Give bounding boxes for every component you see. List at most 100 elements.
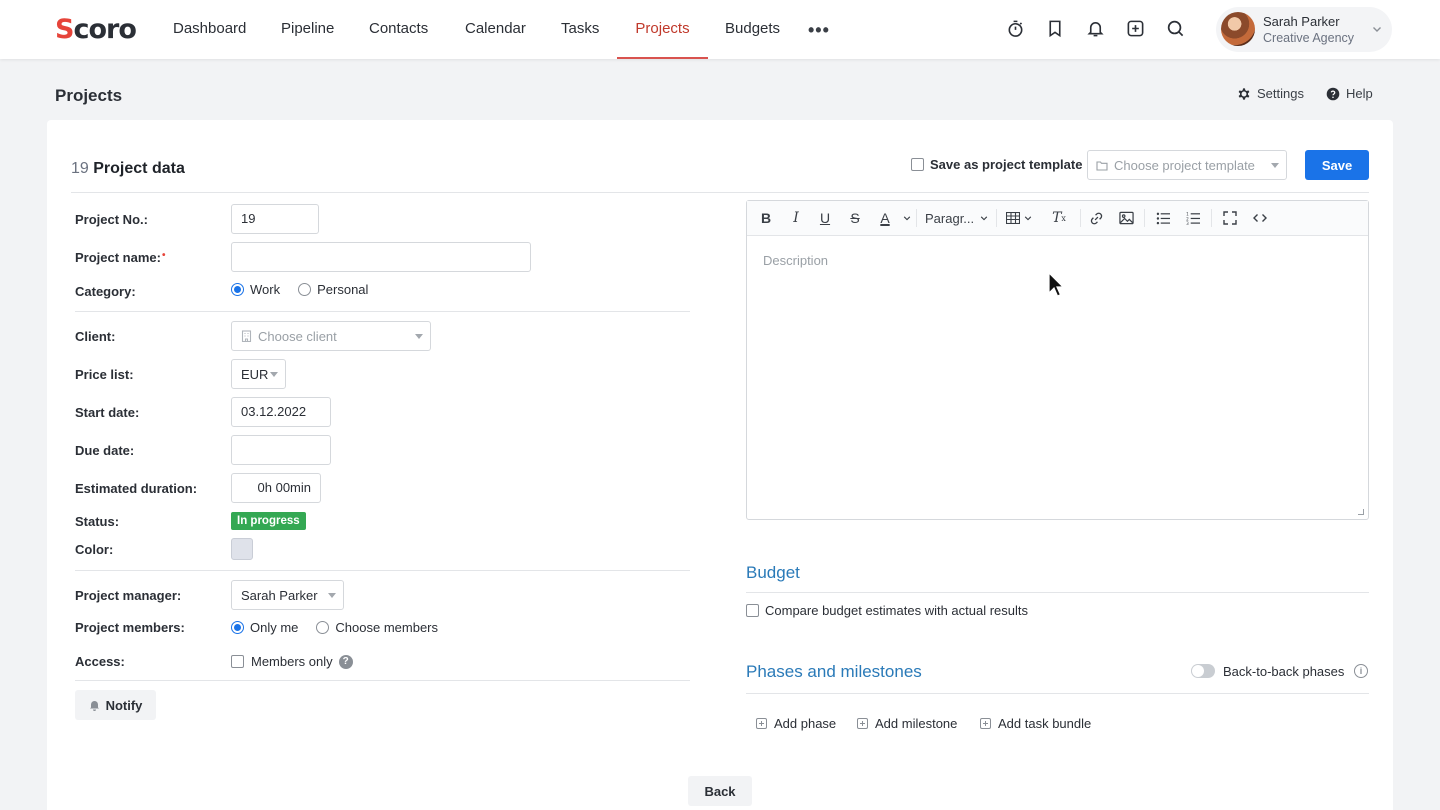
add-milestone-button[interactable]: Add milestone [857, 716, 957, 731]
folder-icon [1096, 160, 1108, 171]
user-menu[interactable]: Sarah Parker Creative Agency [1216, 7, 1392, 52]
members-only-me-radio[interactable] [231, 621, 244, 634]
plus-icon [857, 718, 868, 729]
bold-icon[interactable]: B [759, 209, 773, 227]
resize-handle[interactable] [1358, 509, 1364, 515]
divider [746, 592, 1369, 593]
strikethrough-icon[interactable]: S [848, 209, 862, 227]
required-marker: • [161, 250, 166, 261]
project-no-input[interactable]: 19 [231, 204, 319, 234]
notify-button[interactable]: Notify [75, 690, 156, 720]
paragraph-format-select[interactable]: Paragr... [925, 209, 988, 227]
toolbar-separator [916, 209, 917, 227]
start-date-label: Start date: [75, 405, 140, 420]
bell-icon[interactable] [1084, 17, 1106, 39]
project-members-radio-group: Only me Choose members [231, 620, 438, 635]
description-input[interactable]: Description [763, 253, 828, 268]
chevron-down-icon[interactable] [902, 209, 912, 227]
price-list-label: Price list: [75, 367, 134, 382]
more-menu-icon[interactable]: ••• [808, 20, 830, 41]
settings-link[interactable]: Settings [1237, 86, 1304, 101]
user-name: Sarah Parker [1263, 14, 1340, 29]
client-select[interactable]: Choose client [231, 321, 431, 351]
description-editor: B I U S A Paragr... Tx 123 Description [746, 200, 1369, 520]
members-only-checkbox[interactable] [231, 655, 244, 668]
client-label: Client: [75, 329, 116, 344]
bell-icon [89, 701, 99, 711]
compare-budget-checkbox[interactable]: Compare budget estimates with actual res… [746, 603, 1028, 618]
section-title: 19 Project data [71, 160, 185, 177]
status-badge[interactable]: In progress [231, 512, 306, 530]
bookmark-icon[interactable] [1044, 17, 1066, 39]
project-no-label: Project No.: [75, 212, 148, 227]
help-link[interactable]: Help [1326, 86, 1373, 101]
category-personal-radio[interactable] [298, 283, 312, 296]
checkbox[interactable] [911, 158, 924, 171]
access-members-only[interactable]: Members only ? [231, 654, 353, 669]
underline-icon[interactable]: U [818, 209, 832, 227]
link-icon[interactable] [1089, 209, 1104, 227]
budget-title: Budget [746, 563, 800, 582]
status-label: Status: [75, 514, 120, 529]
project-manager-select[interactable]: Sarah Parker [231, 580, 344, 610]
fullscreen-icon[interactable] [1223, 209, 1237, 227]
add-task-bundle-button[interactable]: Add task bundle [980, 716, 1091, 731]
text-color-icon[interactable]: A [878, 209, 892, 227]
building-icon [241, 330, 252, 342]
add-icon[interactable] [1124, 17, 1146, 39]
svg-text:3: 3 [1186, 221, 1189, 225]
clear-format-icon[interactable]: Tx [1052, 209, 1066, 227]
plus-icon [756, 718, 767, 729]
color-swatch[interactable] [231, 538, 253, 560]
nav-projects[interactable]: Projects [617, 0, 708, 59]
add-phase-button[interactable]: Add phase [756, 716, 836, 731]
back-to-back-toggle[interactable] [1191, 664, 1215, 678]
price-list-select[interactable]: EUR [231, 359, 286, 389]
italic-icon[interactable]: I [789, 209, 803, 227]
save-button[interactable]: Save [1305, 150, 1369, 180]
nav-tasks[interactable]: Tasks [561, 0, 599, 59]
search-icon[interactable] [1164, 17, 1186, 39]
category-work-radio[interactable] [231, 283, 244, 296]
info-icon[interactable]: i [1354, 664, 1368, 678]
estimated-duration-label: Estimated duration: [75, 481, 198, 496]
divider [75, 311, 690, 312]
table-icon[interactable] [1006, 209, 1032, 227]
start-date-input[interactable]: 03.12.2022 [231, 397, 331, 427]
due-date-input[interactable] [231, 435, 331, 465]
nav-contacts[interactable]: Contacts [369, 0, 428, 59]
chevron-down-icon [1024, 216, 1032, 221]
numbered-list-icon[interactable]: 123 [1186, 209, 1201, 227]
checkbox[interactable] [746, 604, 759, 617]
phases-title: Phases and milestones [746, 662, 922, 681]
avatar [1221, 12, 1255, 46]
nav-budgets[interactable]: Budgets [725, 0, 780, 59]
scoro-logo[interactable]: Scoro [55, 14, 137, 45]
due-date-label: Due date: [75, 443, 135, 458]
save-as-template-checkbox[interactable]: Save as project template [911, 157, 1082, 172]
estimated-duration-input[interactable]: 0h 00min [231, 473, 321, 503]
color-label: Color: [75, 542, 114, 557]
nav-pipeline[interactable]: Pipeline [281, 0, 334, 59]
bullet-list-icon[interactable] [1156, 209, 1171, 227]
caret-down-icon [1271, 163, 1279, 168]
code-view-icon[interactable] [1253, 209, 1267, 227]
toolbar-separator [1144, 209, 1145, 227]
image-icon[interactable] [1119, 209, 1134, 227]
top-navigation: Scoro Dashboard Pipeline Contacts Calend… [0, 0, 1440, 59]
divider [71, 192, 1369, 193]
help-icon[interactable]: ? [338, 654, 353, 669]
page-title: Projects [55, 86, 123, 105]
back-button[interactable]: Back [688, 776, 752, 806]
project-template-select[interactable]: Choose project template [1087, 150, 1287, 180]
divider [746, 693, 1369, 694]
timer-icon[interactable] [1004, 17, 1026, 39]
caret-down-icon [270, 372, 278, 377]
nav-calendar[interactable]: Calendar [465, 0, 526, 59]
members-choose-radio[interactable] [316, 621, 330, 634]
nav-dashboard[interactable]: Dashboard [173, 0, 246, 59]
project-name-input[interactable] [231, 242, 531, 272]
toolbar-separator [1080, 209, 1081, 227]
mouse-cursor-icon [1048, 271, 1065, 301]
toolbar-separator [996, 209, 997, 227]
